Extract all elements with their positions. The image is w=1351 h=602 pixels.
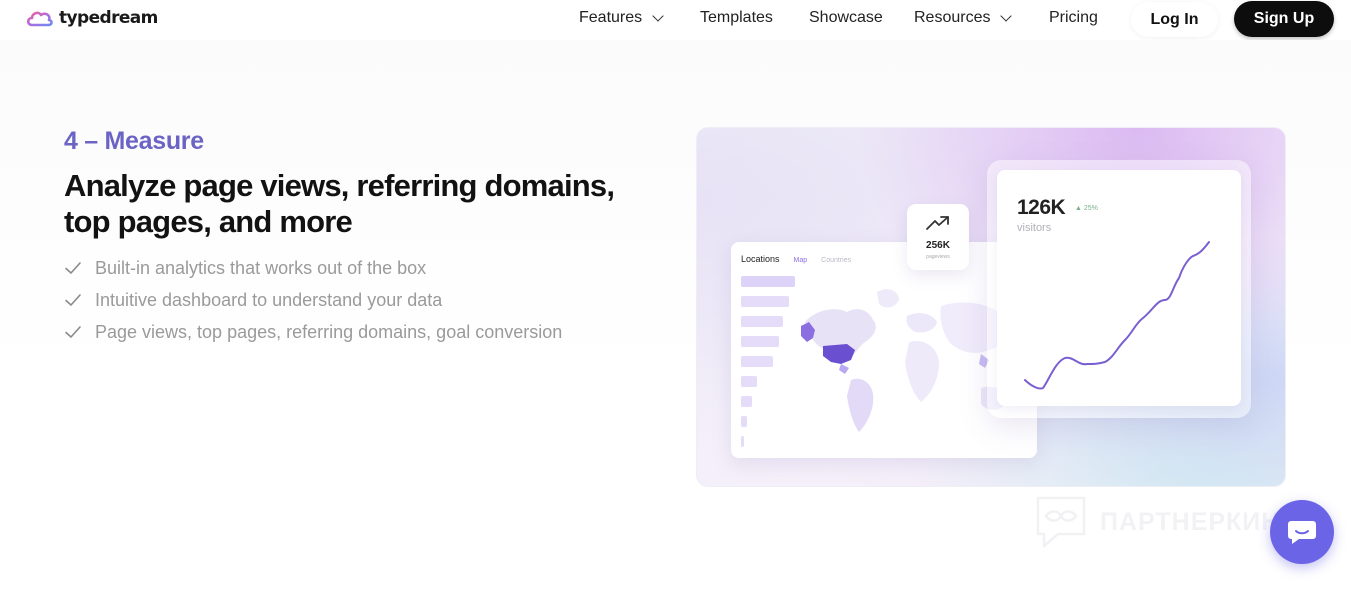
nav-features[interactable]: Features — [579, 9, 664, 27]
nav-showcase[interactable]: Showcase — [809, 9, 883, 27]
location-bar — [741, 316, 783, 327]
visitors-value: 126K — [1017, 196, 1066, 219]
nav-pricing-label: Pricing — [1049, 9, 1098, 26]
nav-showcase-label: Showcase — [809, 9, 883, 26]
location-bar — [741, 416, 747, 427]
feature-text: Intuitive dashboard to understand your d… — [95, 289, 443, 310]
map-tabs: Locations Map Countries — [741, 254, 851, 264]
check-icon — [65, 326, 81, 338]
feature-list: Built-in analytics that works out of the… — [64, 252, 562, 348]
chevron-down-icon — [652, 10, 664, 22]
visitors-label: visitors — [1017, 222, 1052, 234]
feature-item: Built-in analytics that works out of the… — [64, 252, 562, 284]
nav-features-label: Features — [579, 9, 643, 26]
check-icon — [65, 262, 81, 274]
top-navbar: typedream Features Templates Showcase Re… — [0, 0, 1351, 40]
nav-pricing[interactable]: Pricing — [1049, 9, 1098, 27]
check-icon — [65, 294, 81, 306]
logo-text: typedream — [59, 8, 158, 28]
feature-text: Page views, top pages, referring domains… — [95, 321, 563, 342]
pageviews-card: 256K pageviews — [907, 204, 969, 270]
visitors-series-line — [1024, 241, 1210, 390]
chevron-down-icon — [1000, 10, 1013, 22]
location-bar — [741, 296, 789, 307]
nav-templates[interactable]: Templates — [700, 9, 773, 27]
location-bar — [741, 376, 757, 387]
location-bar — [741, 336, 779, 347]
chat-bubble-icon — [1288, 521, 1316, 544]
step-label: 4 – Measure — [64, 127, 204, 155]
visitors-growth-badge: ▲ 25% — [1075, 205, 1098, 212]
login-button[interactable]: Log In — [1131, 2, 1218, 37]
nav-resources[interactable]: Resources — [914, 9, 1013, 27]
signup-button[interactable]: Sign Up — [1234, 1, 1334, 37]
location-bar — [741, 396, 752, 407]
location-bar — [741, 356, 773, 367]
visitors-line-chart — [1024, 241, 1210, 390]
watermark-logo-icon — [1036, 496, 1086, 548]
pageviews-label: pageviews — [926, 254, 950, 260]
nav-resources-label: Resources — [914, 9, 991, 26]
trending-up-icon — [926, 216, 949, 230]
watermark: ПАРТНЕРКИН — [1034, 494, 1280, 550]
tab-map: Map — [793, 257, 808, 264]
pageviews-value: 256K — [926, 240, 950, 251]
watermark-text: ПАРТНЕРКИН — [1100, 507, 1281, 536]
visitors-card: 126K ▲ 25% visitors — [997, 170, 1241, 406]
logo[interactable]: typedream — [26, 8, 158, 28]
tab-countries: Countries — [821, 257, 852, 264]
tab-locations: Locations — [741, 254, 780, 264]
feature-item: Page views, top pages, referring domains… — [64, 316, 562, 348]
nav-templates-label: Templates — [700, 9, 773, 26]
section-headline: Analyze page views, referring domains, t… — [64, 168, 615, 239]
location-bar — [741, 276, 795, 287]
analytics-illustration: Locations Map Countries 256K pageviews 1… — [696, 127, 1286, 487]
chat-widget-button[interactable] — [1270, 500, 1334, 564]
feature-text: Built-in analytics that works out of the… — [95, 257, 427, 278]
location-bar — [741, 436, 744, 447]
feature-item: Intuitive dashboard to understand your d… — [64, 284, 562, 316]
cloud-logo-icon — [26, 11, 53, 27]
